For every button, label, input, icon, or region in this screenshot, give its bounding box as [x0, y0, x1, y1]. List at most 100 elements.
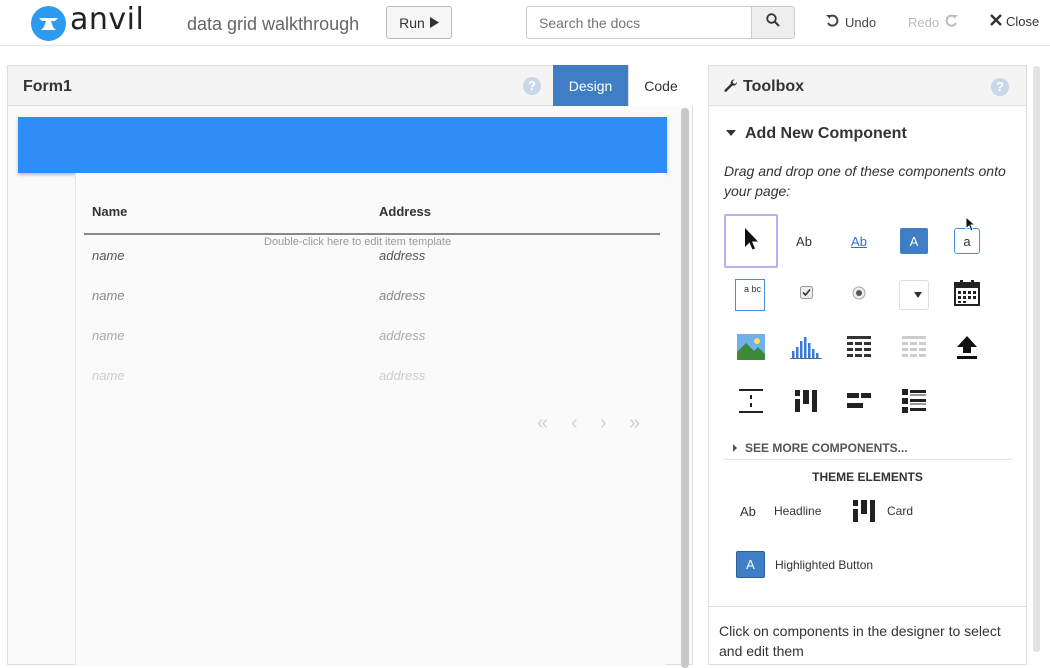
cell-address: address	[379, 248, 426, 263]
cell-address: address	[379, 368, 426, 383]
help-icon[interactable]: ?	[523, 77, 541, 95]
column-panel-icon	[795, 389, 817, 417]
close-label: Close	[1006, 14, 1040, 29]
wrench-icon	[724, 79, 738, 98]
radio-icon	[852, 286, 866, 305]
redo-label: Redo	[908, 15, 940, 30]
spacer-icon	[739, 388, 763, 418]
calendar-icon	[954, 279, 980, 311]
label-component[interactable]: Ab	[782, 219, 826, 263]
pager-last-icon[interactable]: »	[629, 412, 640, 435]
cell-name: name	[92, 248, 125, 263]
help-icon[interactable]: ?	[991, 78, 1009, 96]
play-icon	[429, 15, 439, 31]
tab-design[interactable]: Design	[553, 65, 628, 106]
divider	[724, 459, 1012, 460]
mouse-cursor-icon	[965, 215, 977, 238]
see-more-components[interactable]: SEE MORE COMPONENTS...	[745, 441, 908, 455]
edit-template-hint[interactable]: Double-click here to edit item template	[264, 236, 451, 248]
image-component[interactable]	[729, 327, 773, 371]
form-designer-panel: Form1 ? Design Code Name Address Double-…	[7, 65, 693, 668]
column-header-name[interactable]: Name	[92, 204, 127, 219]
card-icon[interactable]	[853, 500, 875, 525]
add-component-heading[interactable]: Add New Component	[745, 125, 907, 143]
toolbox-hint: Drag and drop one of these components on…	[724, 163, 1006, 199]
search-input[interactable]	[526, 6, 752, 39]
undo-button[interactable]: Undo	[825, 14, 876, 31]
card-theme-element[interactable]: Card	[887, 504, 913, 518]
undo-icon	[825, 14, 841, 31]
flow-panel-component[interactable]	[837, 381, 881, 425]
toolbox-panel: Toolbox ? Add New Component Drag and dro…	[708, 65, 1027, 665]
search-button[interactable]	[751, 6, 795, 39]
datepicker-component[interactable]	[945, 273, 989, 317]
link-component[interactable]: Ab	[837, 219, 881, 263]
column-header-address[interactable]: Address	[379, 204, 431, 219]
dropdown-icon	[899, 280, 929, 310]
fileloader-component[interactable]	[945, 327, 989, 371]
redo-button[interactable]: Redo	[908, 14, 959, 31]
form-header: Form1 ? Design Code	[8, 65, 693, 106]
toolbox-footer-hint: Click on components in the designer to s…	[719, 623, 1001, 659]
divider	[709, 606, 1026, 607]
highlighted-button-theme-element[interactable]: Highlighted Button	[775, 558, 873, 572]
close-icon	[990, 14, 1002, 29]
close-button[interactable]: Close	[990, 14, 1039, 29]
cell-address: address	[379, 328, 426, 343]
dropdown-component[interactable]	[892, 273, 936, 317]
form-title: Form1	[23, 78, 72, 95]
bar-chart-icon	[790, 335, 822, 364]
expand-caret-icon[interactable]	[733, 444, 737, 452]
header-divider	[84, 233, 660, 235]
anvil-logo-icon[interactable]	[31, 6, 66, 41]
headline-theme-element[interactable]: Headline	[774, 504, 821, 518]
radio-component[interactable]	[837, 273, 881, 317]
data-grid-icon	[847, 335, 871, 363]
top-bar: anvil data grid walkthrough Run Undo Red…	[0, 0, 1050, 46]
spacer-component[interactable]	[729, 381, 773, 425]
image-icon	[737, 333, 765, 365]
plot-component[interactable]	[784, 327, 828, 371]
highlighted-button-icon[interactable]: A	[736, 551, 765, 578]
toolbox-scrollbar[interactable]	[1033, 66, 1040, 652]
repeating-panel-icon	[902, 335, 926, 363]
cell-address: address	[379, 288, 426, 303]
pager-prev-icon[interactable]: ‹	[571, 412, 578, 435]
linear-panel-component[interactable]	[892, 381, 936, 425]
textarea-component[interactable]: a bc	[728, 273, 772, 317]
headline-icon[interactable]: Ab	[740, 504, 756, 519]
redo-icon	[943, 14, 959, 31]
checkbox-icon	[799, 286, 813, 304]
tab-code[interactable]: Code	[628, 65, 693, 106]
pager-first-icon[interactable]: «	[537, 412, 548, 435]
cell-name: name	[92, 328, 125, 343]
pager-next-icon[interactable]: ›	[600, 412, 607, 435]
column-panel-component[interactable]	[784, 381, 828, 425]
undo-label: Undo	[845, 15, 877, 30]
repeating-panel-component[interactable]	[892, 327, 936, 371]
textarea-icon: a bc	[735, 279, 765, 311]
app-title: data grid walkthrough	[187, 14, 360, 34]
checkbox-component[interactable]	[784, 273, 828, 317]
flow-panel-icon	[847, 392, 871, 414]
datagrid-component[interactable]	[837, 327, 881, 371]
pointer-icon	[743, 227, 759, 256]
run-label: Run	[399, 14, 425, 31]
toolbox-header: Toolbox ?	[709, 66, 1026, 106]
upload-icon	[956, 335, 978, 364]
run-button[interactable]: Run	[386, 6, 452, 39]
cell-name: name	[92, 288, 125, 303]
theme-elements-heading: THEME ELEMENTS	[812, 470, 923, 484]
form-scrollbar[interactable]	[681, 108, 689, 668]
cell-name: name	[92, 368, 125, 383]
toolbox-title: Toolbox	[743, 78, 805, 95]
linear-panel-icon	[902, 388, 926, 418]
label-icon: Ab	[796, 233, 812, 249]
button-component[interactable]: A	[892, 219, 936, 263]
button-icon: A	[900, 228, 928, 254]
form-banner[interactable]	[18, 117, 667, 173]
logo-text[interactable]: anvil	[70, 2, 144, 37]
link-icon: Ab	[851, 233, 867, 249]
pointer-tool[interactable]	[724, 214, 778, 268]
collapse-caret-icon[interactable]	[726, 130, 736, 136]
